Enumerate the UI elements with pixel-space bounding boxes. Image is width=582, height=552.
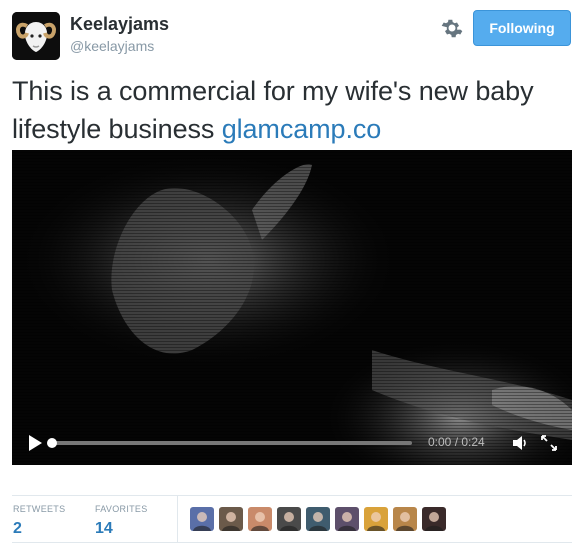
video-progress-bar[interactable] xyxy=(47,438,412,448)
favoriter-avatar[interactable] xyxy=(219,507,243,531)
user-handle[interactable]: @keelayjams xyxy=(70,38,154,54)
retweets-stat[interactable]: RETWEETS 2 xyxy=(13,496,65,538)
favorites-stat[interactable]: FAVORITES 14 xyxy=(95,496,148,538)
favoriter-avatar[interactable] xyxy=(277,507,301,531)
favoriter-avatar[interactable] xyxy=(248,507,272,531)
following-button[interactable]: Following xyxy=(473,10,571,46)
tweet-link[interactable]: glamcamp.co xyxy=(222,114,382,144)
video-frame xyxy=(12,150,572,465)
fullscreen-icon[interactable] xyxy=(539,433,559,453)
video-time: 0:00 / 0:24 xyxy=(428,435,485,449)
favoriter-avatar[interactable] xyxy=(393,507,417,531)
avatar[interactable] xyxy=(12,12,60,60)
gear-icon[interactable] xyxy=(440,16,464,40)
retweets-label: RETWEETS xyxy=(13,504,66,514)
tweet-text: This is a commercial for my wife's new b… xyxy=(12,72,572,148)
video-controls: 0:00 / 0:24 xyxy=(12,421,572,465)
favoriter-avatar[interactable] xyxy=(190,507,214,531)
tweet-stats: RETWEETS 2 FAVORITES 14 xyxy=(0,496,582,542)
play-icon[interactable] xyxy=(26,433,44,453)
favorites-count: 14 xyxy=(95,520,113,537)
favoriter-avatar[interactable] xyxy=(422,507,446,531)
stats-separator xyxy=(177,496,178,542)
favoriter-avatar[interactable] xyxy=(364,507,388,531)
ram-avatar-icon xyxy=(12,12,60,60)
tweet-header: Keelayjams @keelayjams Following xyxy=(0,0,582,64)
retweets-count: 2 xyxy=(13,520,22,537)
video-scrubber-handle[interactable] xyxy=(47,438,57,448)
favoriter-avatar[interactable] xyxy=(335,507,359,531)
favorites-label: FAVORITES xyxy=(95,504,148,514)
favoriter-avatar[interactable] xyxy=(306,507,330,531)
video-player[interactable]: 0:00 / 0:24 xyxy=(12,150,572,465)
divider-bottom xyxy=(12,542,572,543)
volume-icon[interactable] xyxy=(510,433,530,453)
user-name[interactable]: Keelayjams xyxy=(70,14,169,35)
